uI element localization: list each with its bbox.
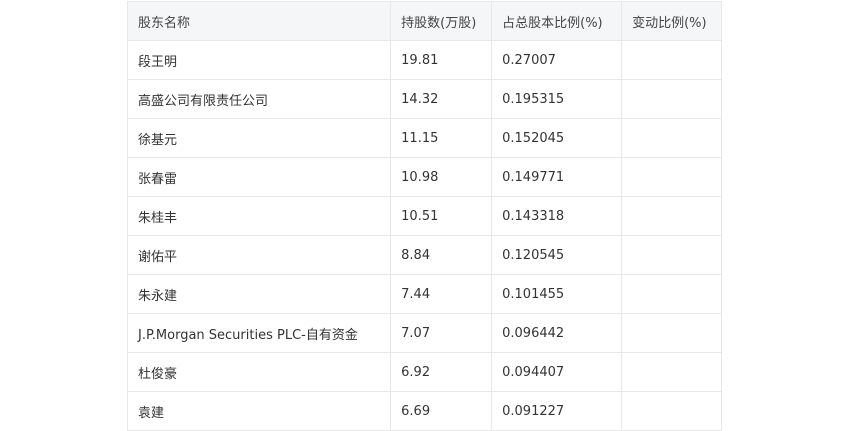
cell-share-percentage: 0.120545 <box>491 235 623 275</box>
header-change-percentage: 变动比例(%) <box>621 1 722 41</box>
cell-share-percentage: 0.094407 <box>491 352 623 392</box>
table-row: 高盛公司有限责任公司 14.32 0.195315 <box>126 79 722 119</box>
table-row: 谢佑平 8.84 0.120545 <box>126 235 722 275</box>
shareholder-table: 股东名称 持股数(万股) 占总股本比例(%) 变动比例(%) 段王明 19.81… <box>126 1 722 431</box>
cell-shares-held: 10.98 <box>390 157 493 197</box>
cell-change-percentage <box>621 274 722 314</box>
cell-share-percentage: 0.091227 <box>491 391 623 431</box>
cell-shares-held: 6.92 <box>390 352 493 392</box>
cell-shareholder-name: 段王明 <box>126 40 392 80</box>
cell-shareholder-name: 杜俊豪 <box>126 352 392 392</box>
cell-change-percentage <box>621 196 722 236</box>
cell-shares-held: 7.07 <box>390 313 493 353</box>
cell-shareholder-name: 张春雷 <box>126 157 392 197</box>
header-shares-held: 持股数(万股) <box>390 1 493 41</box>
table-row: 张春雷 10.98 0.149771 <box>126 157 722 197</box>
table-header: 股东名称 持股数(万股) 占总股本比例(%) 变动比例(%) <box>126 1 722 41</box>
table-row: 段王明 19.81 0.27007 <box>126 40 722 80</box>
cell-shareholder-name: 谢佑平 <box>126 235 392 275</box>
header-share-percentage: 占总股本比例(%) <box>491 1 623 41</box>
cell-shareholder-name: 高盛公司有限责任公司 <box>126 79 392 119</box>
table-row: 徐基元 11.15 0.152045 <box>126 118 722 158</box>
cell-share-percentage: 0.096442 <box>491 313 623 353</box>
cell-share-percentage: 0.143318 <box>491 196 623 236</box>
cell-change-percentage <box>621 313 722 353</box>
table-row: 朱永建 7.44 0.101455 <box>126 274 722 314</box>
cell-shares-held: 14.32 <box>390 79 493 119</box>
cell-change-percentage <box>621 157 722 197</box>
table-row: J.P.Morgan Securities PLC-自有资金 7.07 0.09… <box>126 313 722 353</box>
cell-shareholder-name: 朱桂丰 <box>126 196 392 236</box>
cell-shares-held: 19.81 <box>390 40 493 80</box>
cell-share-percentage: 0.27007 <box>491 40 623 80</box>
cell-change-percentage <box>621 352 722 392</box>
table-row: 朱桂丰 10.51 0.143318 <box>126 196 722 236</box>
cell-share-percentage: 0.195315 <box>491 79 623 119</box>
cell-change-percentage <box>621 235 722 275</box>
cell-shares-held: 8.84 <box>390 235 493 275</box>
cell-shareholder-name: 朱永建 <box>126 274 392 314</box>
cell-shareholder-name: 袁建 <box>126 391 392 431</box>
cell-shares-held: 10.51 <box>390 196 493 236</box>
cell-share-percentage: 0.152045 <box>491 118 623 158</box>
table-row: 杜俊豪 6.92 0.094407 <box>126 352 722 392</box>
cell-share-percentage: 0.101455 <box>491 274 623 314</box>
cell-shareholder-name: J.P.Morgan Securities PLC-自有资金 <box>126 313 392 353</box>
cell-change-percentage <box>621 40 722 80</box>
cell-change-percentage <box>621 79 722 119</box>
header-shareholder-name: 股东名称 <box>126 1 392 41</box>
cell-share-percentage: 0.149771 <box>491 157 623 197</box>
cell-change-percentage <box>621 391 722 431</box>
table-row: 袁建 6.69 0.091227 <box>126 391 722 431</box>
header-row: 股东名称 持股数(万股) 占总股本比例(%) 变动比例(%) <box>126 1 722 41</box>
table-body: 段王明 19.81 0.27007 高盛公司有限责任公司 14.32 0.195… <box>126 40 722 431</box>
cell-shareholder-name: 徐基元 <box>126 118 392 158</box>
cell-change-percentage <box>621 118 722 158</box>
cell-shares-held: 6.69 <box>390 391 493 431</box>
cell-shares-held: 11.15 <box>390 118 493 158</box>
cell-shares-held: 7.44 <box>390 274 493 314</box>
